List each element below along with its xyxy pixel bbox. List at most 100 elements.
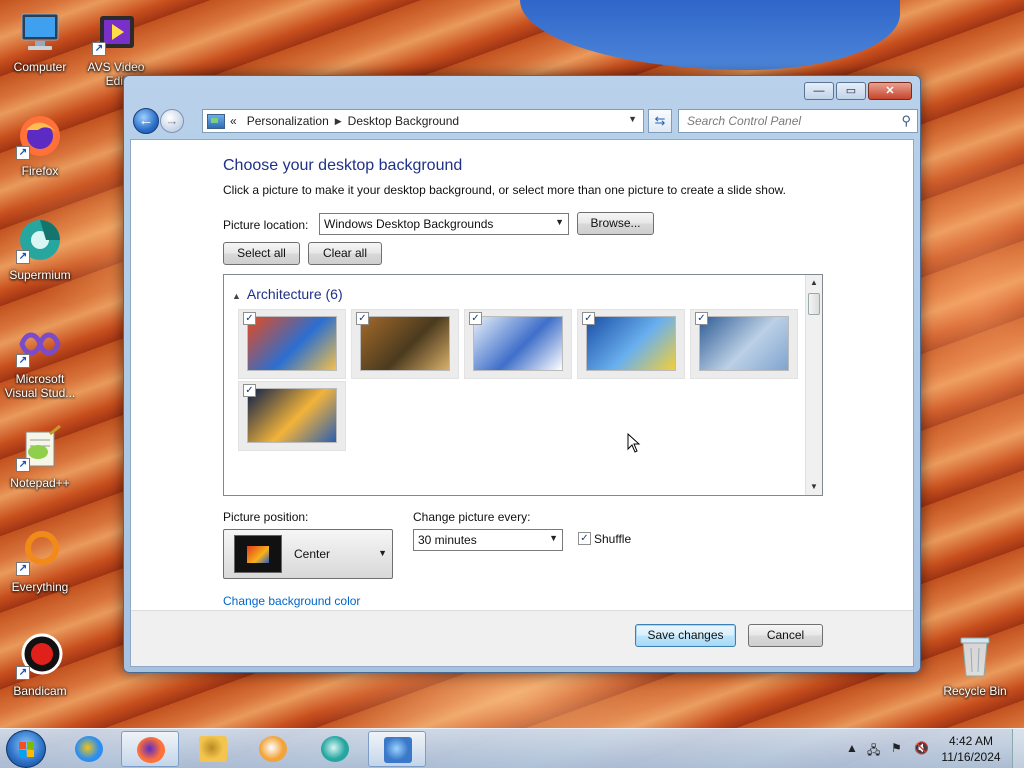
avs-video-editor-icon: ↗ [92, 8, 140, 56]
shuffle-checkbox[interactable]: ✓ [578, 532, 591, 545]
shortcut-arrow-icon: ↗ [16, 354, 30, 368]
change-background-color-link[interactable]: Change background color [223, 594, 360, 608]
refresh-icon: ⇆ [654, 113, 666, 128]
media-player-icon [259, 736, 287, 762]
thumbnail-checkbox[interactable]: ✓ [356, 312, 369, 325]
search-input[interactable]: Search Control Panel ⚲ [678, 109, 918, 133]
network-icon[interactable]: 🖧 [867, 741, 880, 762]
thumbnail-checkbox[interactable]: ✓ [243, 384, 256, 397]
desktop-icon-everything[interactable]: ↗ Everything [0, 528, 80, 594]
group-header-architecture[interactable]: ▲ Architecture (6) [232, 286, 343, 302]
taskbar-button[interactable] [184, 731, 242, 767]
breadcrumb-personalization[interactable]: Personalization [247, 114, 329, 128]
save-changes-button[interactable]: Save changes [635, 624, 736, 647]
desktop-icon-computer[interactable]: Computer [0, 8, 80, 74]
picture-gallery[interactable]: ▲ Architecture (6) ✓ ✓ ✓ ✓ ✓ ✓ ▲ ▼ [223, 274, 823, 496]
show-desktop-button[interactable] [1012, 729, 1024, 768]
shuffle-label[interactable]: Shuffle [594, 532, 631, 546]
desktop-icon-bandicam[interactable]: ↗ Bandicam [0, 632, 80, 698]
picture-position-value: Center [294, 547, 331, 561]
thumbnail-checkbox[interactable]: ✓ [243, 312, 256, 325]
shortcut-arrow-icon: ↗ [92, 42, 106, 56]
start-button[interactable] [6, 730, 46, 768]
scroll-down-icon[interactable]: ▼ [806, 479, 822, 495]
gallery-scrollbar[interactable]: ▲ ▼ [805, 275, 822, 495]
control-panel-icon [384, 737, 412, 763]
desktop-icon-label: Everything [11, 580, 69, 594]
back-button[interactable]: ← [133, 108, 159, 134]
desktop-icon-recycle-bin[interactable]: Recycle Bin [935, 632, 1015, 698]
desktop-icon-visual-studio[interactable]: ↗ Microsoft Visual Stud... [0, 320, 80, 400]
change-picture-interval-value: 30 minutes [418, 533, 477, 547]
taskbar-button[interactable] [121, 731, 179, 767]
wallpaper-thumbnail[interactable]: ✓ [577, 309, 685, 379]
breadcrumb-separator-icon[interactable]: ▶ [335, 116, 342, 127]
wallpaper-thumbnail[interactable]: ✓ [351, 309, 459, 379]
select-all-button[interactable]: Select all [223, 242, 300, 265]
wallpaper-sky [520, 0, 900, 70]
internet-explorer-icon [75, 736, 103, 762]
breadcrumb-desktop-background[interactable]: Desktop Background [348, 114, 459, 128]
show-hidden-icons-icon[interactable]: ▲ [846, 741, 858, 755]
wallpaper-image [699, 316, 789, 371]
taskbar-button[interactable] [368, 731, 426, 767]
volume-muted-icon[interactable]: 🔇 [914, 741, 929, 755]
collapse-triangle-icon[interactable]: ▲ [232, 291, 241, 301]
clock-date: 11/16/2024 [941, 750, 1001, 764]
minimize-button[interactable]: — [804, 82, 834, 100]
wallpaper-thumbnail[interactable]: ✓ [464, 309, 572, 379]
browse-button[interactable]: Browse... [577, 212, 654, 235]
dialog-footer: Save changes Cancel [131, 610, 913, 666]
forward-button[interactable]: → [160, 109, 184, 133]
shortcut-arrow-icon: ↗ [16, 666, 30, 680]
system-clock[interactable]: 4:42 AM 11/16/2024 [936, 733, 1006, 765]
desktop-icon-notepad-plus-plus[interactable]: ↗ Notepad++ [0, 424, 80, 490]
refresh-button[interactable]: ⇆ [648, 109, 672, 133]
taskbar-button[interactable] [60, 731, 118, 767]
desktop-icon-supermium[interactable]: ↗ Supermium [0, 216, 80, 282]
taskbar-button[interactable] [244, 731, 302, 767]
desktop-icon-label: Firefox [21, 164, 59, 178]
notepad-plus-plus-icon: ↗ [16, 424, 64, 472]
desktop-icon-label: Bandicam [13, 684, 67, 698]
chevron-down-icon: ▼ [549, 533, 558, 543]
picture-location-select[interactable]: Windows Desktop Backgrounds ▼ [319, 213, 569, 235]
picture-position-select[interactable]: Center ▼ [223, 529, 393, 579]
scroll-thumb[interactable] [808, 293, 820, 315]
desktop-icon-firefox[interactable]: ↗ Firefox [0, 112, 80, 178]
close-button[interactable]: ✕ [868, 82, 912, 100]
content-pane: Choose your desktop background Click a p… [130, 139, 914, 667]
shortcut-arrow-icon: ↗ [16, 562, 30, 576]
firefox-icon [137, 737, 165, 763]
recycle-bin-icon [951, 632, 999, 680]
wallpaper-thumbnail[interactable]: ✓ [238, 309, 346, 379]
computer-icon [16, 8, 64, 56]
mouse-pointer-icon [627, 433, 641, 453]
maximize-button[interactable]: ▭ [836, 82, 866, 100]
control-panel-icon [207, 113, 225, 129]
wallpaper-image [473, 316, 563, 371]
wallpaper-image [247, 316, 337, 371]
change-picture-every-label: Change picture every: [413, 510, 531, 524]
wallpaper-thumbnail[interactable]: ✓ [238, 381, 346, 451]
control-panel-window: — ▭ ✕ ← → « Personalization ▶ Desktop Ba… [123, 75, 921, 673]
thumbnail-checkbox[interactable]: ✓ [695, 312, 708, 325]
taskbar-button[interactable] [306, 731, 364, 767]
change-picture-interval-select[interactable]: 30 minutes ▼ [413, 529, 563, 551]
address-history-dropdown-icon[interactable]: ▼ [628, 114, 637, 124]
scroll-up-icon[interactable]: ▲ [806, 275, 822, 291]
action-center-flag-icon[interactable]: ⚑ [891, 741, 902, 755]
search-icon[interactable]: ⚲ [901, 113, 911, 129]
firefox-icon: ↗ [16, 112, 64, 160]
chevron-down-icon: ▼ [378, 548, 387, 558]
thumbnail-checkbox[interactable]: ✓ [582, 312, 595, 325]
cancel-button[interactable]: Cancel [748, 624, 823, 647]
page-title: Choose your desktop background [223, 157, 463, 174]
thumbnail-checkbox[interactable]: ✓ [469, 312, 482, 325]
clear-all-button[interactable]: Clear all [308, 242, 382, 265]
address-bar[interactable]: « Personalization ▶ Desktop Background ▼ [202, 109, 644, 133]
window-controls: — ▭ ✕ [804, 82, 912, 100]
bandicam-icon: ↗ [16, 632, 64, 680]
breadcrumb-overflow[interactable]: « [230, 114, 237, 128]
wallpaper-thumbnail[interactable]: ✓ [690, 309, 798, 379]
